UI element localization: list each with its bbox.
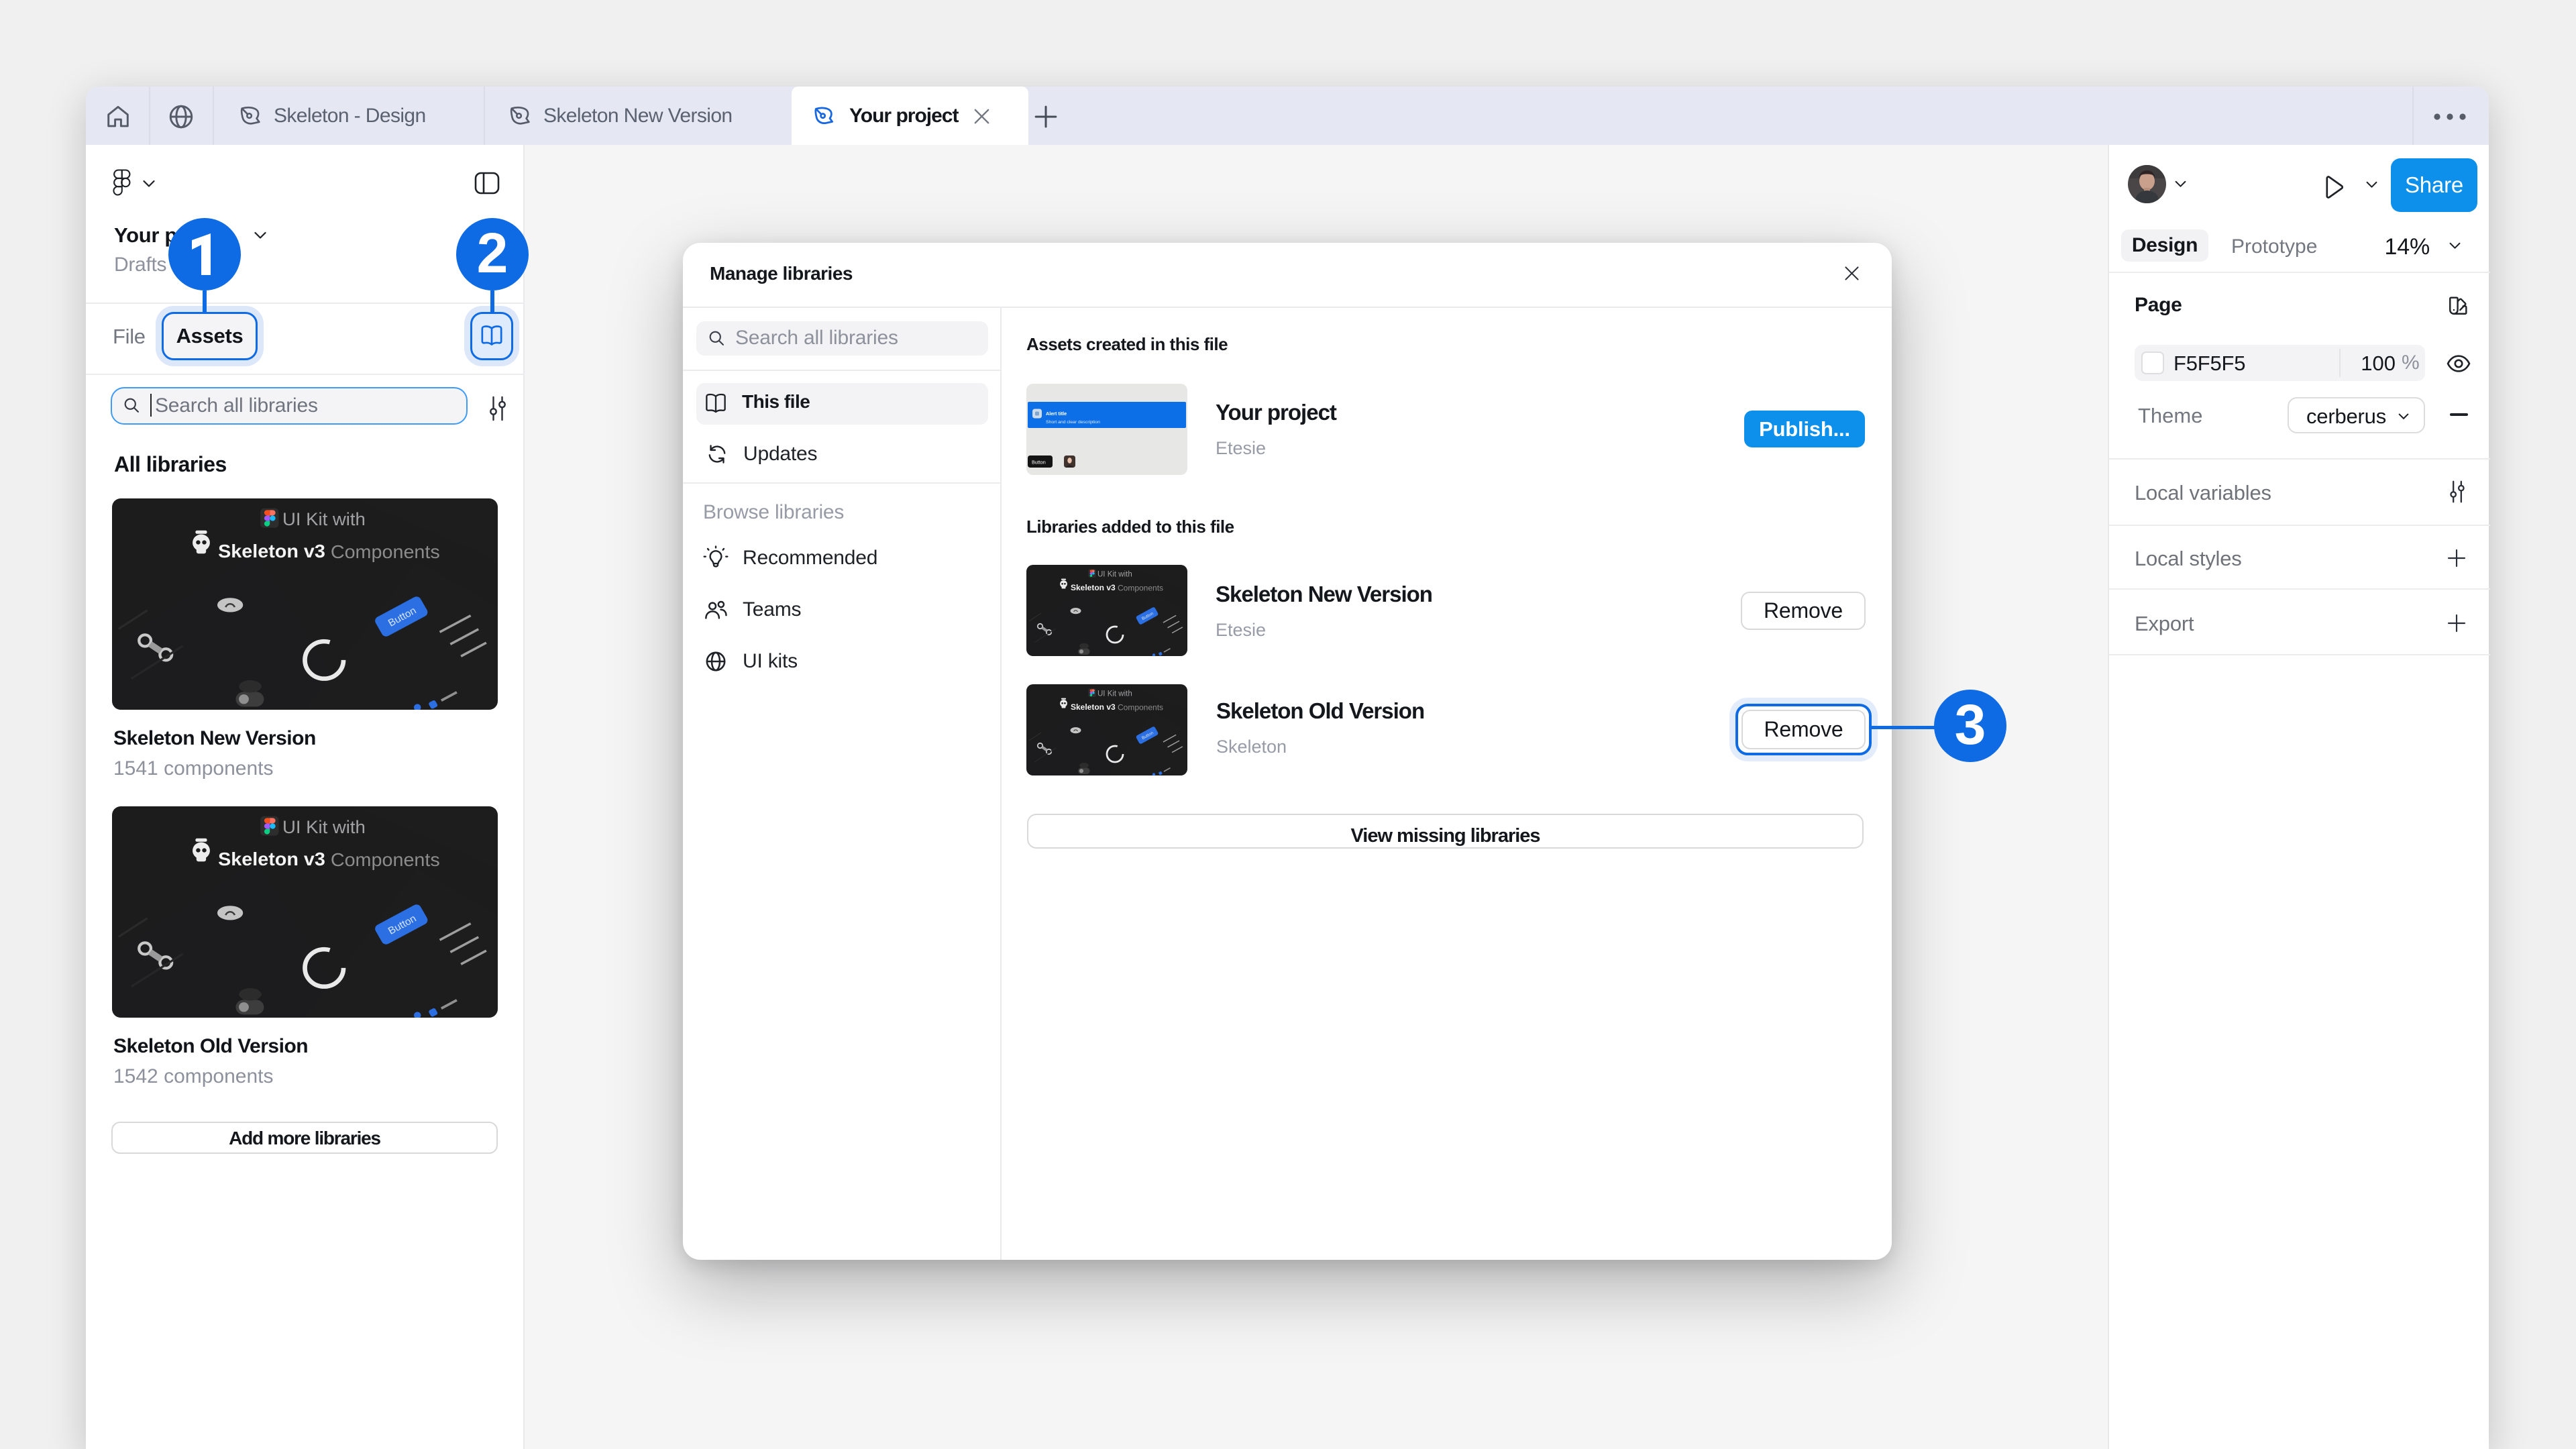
- svg-text:Skeleton v3: Skeleton v3: [1071, 583, 1116, 592]
- svg-text:Components: Components: [1118, 584, 1163, 593]
- svg-text:Short and clear description: Short and clear description: [1046, 420, 1100, 425]
- svg-text:UI Kit with: UI Kit with: [282, 816, 366, 837]
- svg-text:Skeleton v3: Skeleton v3: [1071, 702, 1116, 712]
- svg-text:Components: Components: [331, 541, 440, 562]
- svg-text:Button: Button: [1032, 460, 1046, 466]
- svg-text:Components: Components: [331, 849, 440, 870]
- svg-text:UI Kit with: UI Kit with: [1097, 570, 1132, 578]
- svg-text:Components: Components: [1118, 703, 1163, 712]
- svg-text:Alert title: Alert title: [1046, 411, 1067, 417]
- svg-text:UI Kit with: UI Kit with: [1097, 690, 1132, 698]
- svg-text:Skeleton v3: Skeleton v3: [218, 540, 325, 561]
- svg-text:UI Kit with: UI Kit with: [282, 508, 366, 529]
- svg-text:Skeleton v3: Skeleton v3: [218, 848, 325, 869]
